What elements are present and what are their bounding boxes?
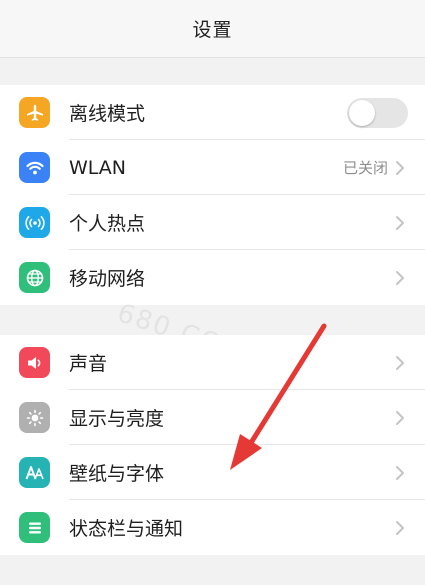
brightness-icon [19, 402, 50, 433]
settings-row-offline-mode[interactable]: 离线模式 [0, 85, 425, 140]
settings-row-label: 状态栏与通知 [69, 518, 184, 540]
settings-row-label: WLAN [69, 156, 127, 179]
settings-row-label: 壁纸与字体 [69, 463, 165, 485]
settings-row-hotspot[interactable]: 个人热点 [0, 195, 425, 250]
speaker-icon [19, 347, 50, 378]
chevron-right-icon [396, 356, 404, 370]
settings-row-label: 离线模式 [69, 103, 146, 125]
toggle-knob [349, 100, 375, 126]
chevron-right-icon [396, 216, 404, 230]
font-icon [19, 457, 50, 488]
chevron-right-icon [396, 271, 404, 285]
airplane-icon [19, 97, 50, 128]
chevron-right-icon [396, 466, 404, 480]
settings-row-display[interactable]: 显示与亮度 [0, 390, 425, 445]
settings-group-network: 离线模式 WLAN 已关闭 个人热点 移动网络 [0, 85, 425, 305]
wlan-status-value: 已关闭 [342, 159, 388, 177]
chevron-right-icon [396, 411, 404, 425]
list-icon [19, 512, 50, 543]
offline-mode-toggle[interactable] [347, 98, 408, 128]
hotspot-icon [19, 207, 50, 238]
settings-row-label: 显示与亮度 [69, 408, 165, 430]
settings-row-statusbar-notifications[interactable]: 状态栏与通知 [0, 500, 425, 555]
settings-group-personalization: 声音 显示与亮度 壁纸与字体 状态栏与通知 [0, 335, 425, 555]
settings-row-label: 移动网络 [69, 268, 146, 290]
settings-row-sound[interactable]: 声音 [0, 335, 425, 390]
settings-row-wallpaper-font[interactable]: 壁纸与字体 [0, 445, 425, 500]
settings-row-label: 声音 [69, 353, 108, 375]
settings-row-mobile-network[interactable]: 移动网络 [0, 250, 425, 305]
globe-icon [19, 262, 50, 293]
chevron-right-icon [396, 521, 404, 535]
settings-screen: 设置 离线模式 WLAN 已关闭 个人热点 移动网络 680.COM 声音 显示… [0, 0, 425, 585]
header-bar: 设置 [0, 0, 425, 58]
page-title: 设置 [192, 19, 233, 41]
chevron-right-icon [396, 161, 404, 175]
settings-row-wlan[interactable]: WLAN 已关闭 [0, 140, 425, 195]
settings-row-label: 个人热点 [69, 213, 146, 235]
wifi-icon [19, 152, 50, 183]
